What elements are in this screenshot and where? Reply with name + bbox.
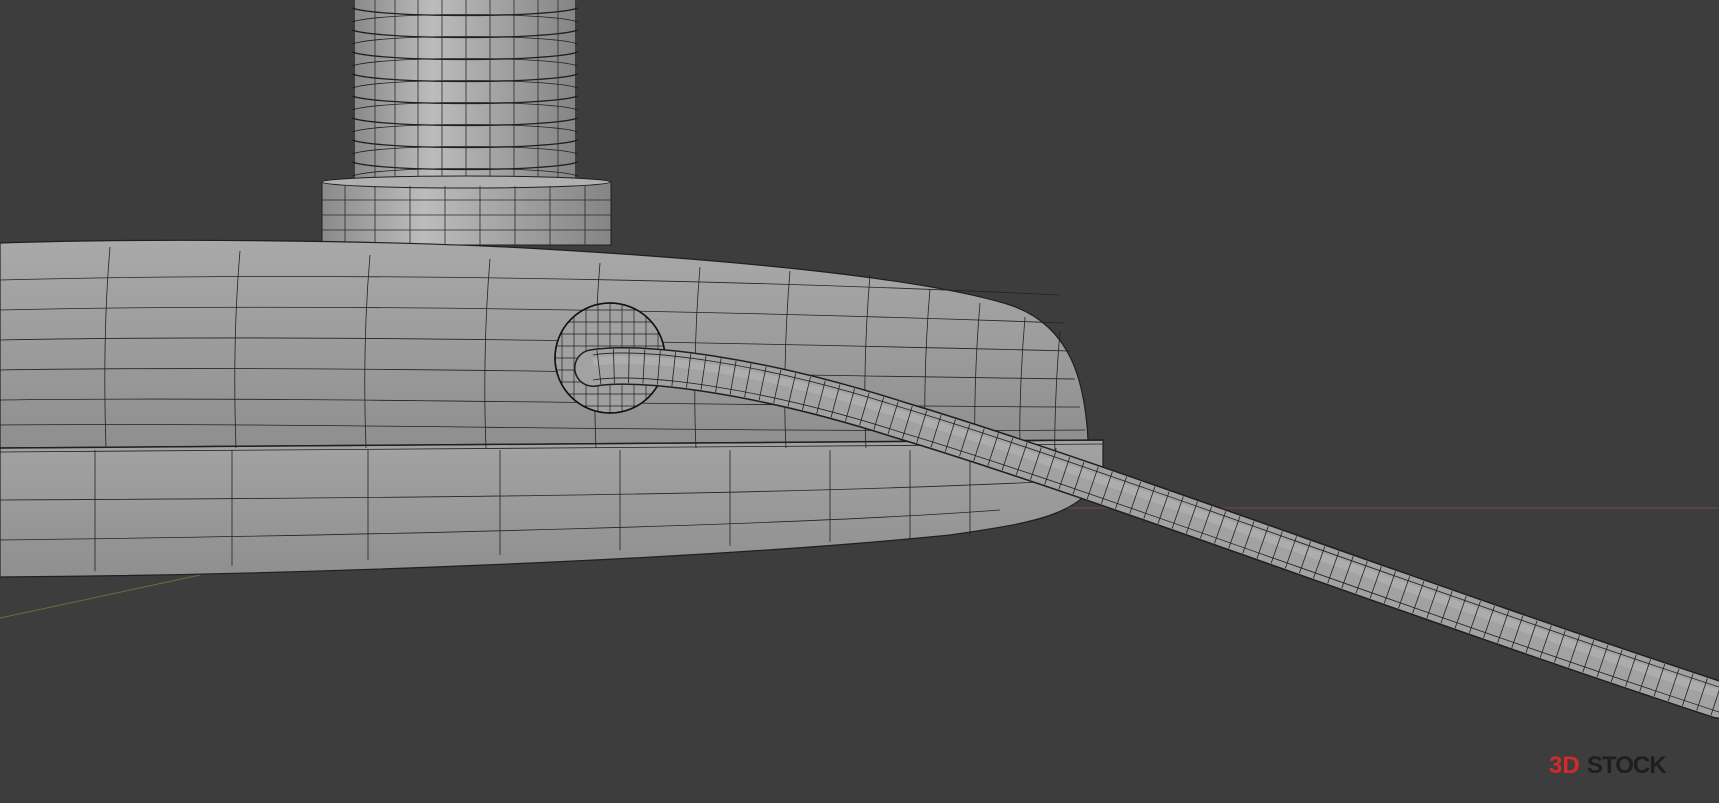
- 3d-viewport[interactable]: 3D STOCK: [0, 0, 1719, 803]
- y-axis-line: [0, 574, 201, 619]
- watermark-stock-text: STOCK: [1587, 752, 1667, 777]
- viewport-scene[interactable]: [0, 0, 1719, 803]
- stem-collar[interactable]: [321, 175, 612, 246]
- watermark-logo: 3D STOCK: [1549, 751, 1699, 779]
- lamp-base[interactable]: [0, 239, 1104, 578]
- watermark-3d-text: 3D: [1549, 752, 1580, 777]
- threaded-stem[interactable]: [351, 0, 579, 182]
